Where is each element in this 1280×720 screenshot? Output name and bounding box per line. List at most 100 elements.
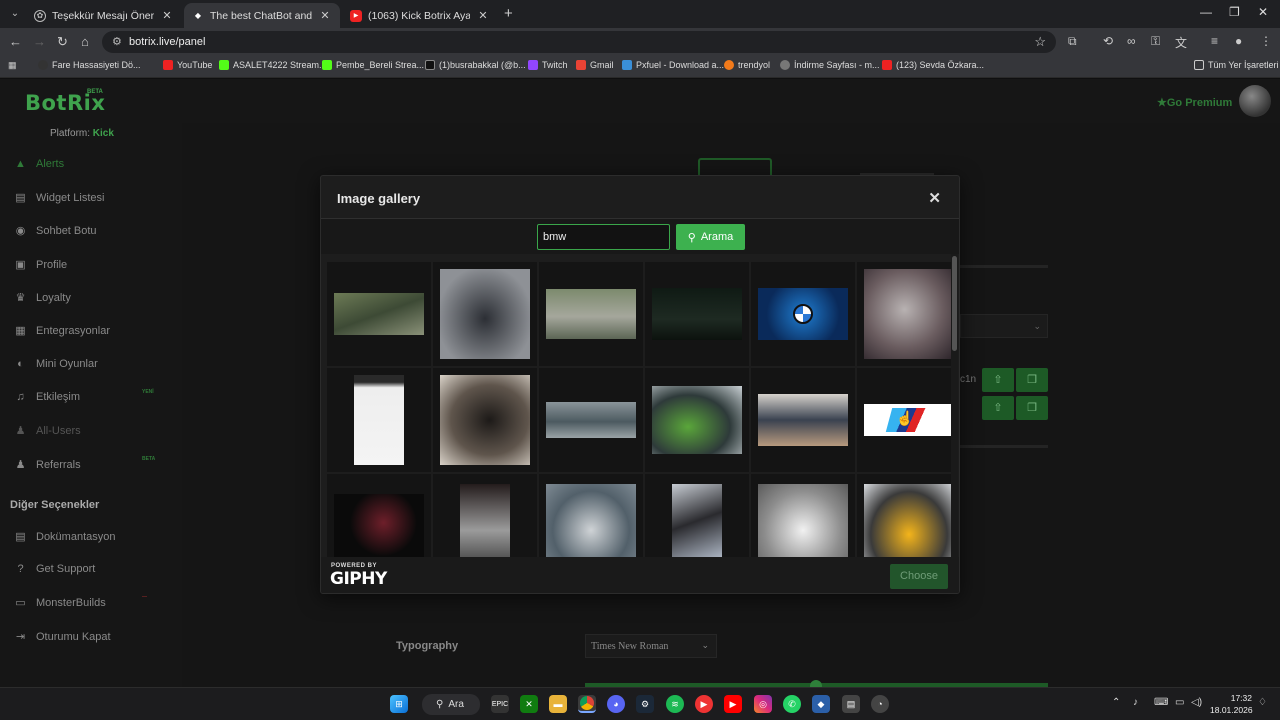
bookmark-item[interactable]: (1)busrabakkal (@b... <box>425 60 526 70</box>
sidebar-item-monsterbuilds[interactable]: ▭ MonsterBuilds <box>14 596 105 610</box>
file-explorer-icon[interactable]: ▬ <box>549 695 567 713</box>
gif-bmw-garage[interactable] <box>539 368 643 472</box>
tab-thank-you-message[interactable]: ✿ Teşekkür Mesajı Önerisi ✕ <box>26 3 182 28</box>
discord-icon[interactable]: ◕ <box>607 695 625 713</box>
windows-start-icon[interactable]: ⊞ <box>390 695 408 713</box>
gif-bmw-yellow-m4[interactable] <box>857 474 955 557</box>
gif-white-phone-clip[interactable] <box>327 368 431 472</box>
tab-youtube-kick[interactable]: ▶ (1063) Kick Botrix Ayarları Nası ✕ <box>342 3 498 28</box>
scrollbar-thumb[interactable] <box>952 256 957 351</box>
media-player-icon[interactable]: ▶ <box>695 695 713 713</box>
gif-kermit-driving[interactable] <box>645 368 749 472</box>
sidebar-item-referrals[interactable]: ♟ Referrals <box>14 458 81 472</box>
address-bar[interactable]: ⚙ botrix.live/panel ☆ <box>102 31 1056 53</box>
sidebar-item-alerts[interactable]: ▲ Alerts <box>14 158 64 170</box>
close-icon[interactable]: ✕ <box>160 9 174 22</box>
window-close-icon[interactable]: ✕ <box>1258 5 1268 19</box>
notification-icon[interactable]: ♢ <box>1258 697 1267 708</box>
close-icon[interactable]: ✕ <box>318 9 332 22</box>
maximize-icon[interactable]: ❐ <box>1229 5 1240 19</box>
minimize-icon[interactable]: — <box>1200 5 1212 19</box>
close-icon[interactable]: ✕ <box>476 9 490 22</box>
bookmark-star-icon[interactable]: ☆ <box>1034 34 1046 50</box>
whatsapp-icon[interactable]: ✆ <box>783 695 801 713</box>
tray-chevron-icon[interactable]: ⌃ <box>1112 697 1120 708</box>
search-button[interactable]: ⚲ Arama <box>676 224 745 250</box>
bookmark-item[interactable]: İndirme Sayfası - m... <box>780 60 880 70</box>
gif-tire-smoke[interactable] <box>857 262 955 366</box>
profile-icon[interactable]: ● <box>1235 34 1242 48</box>
upload-button[interactable]: ⇧ <box>982 396 1014 420</box>
bookmark-item[interactable]: trendyol <box>724 60 770 70</box>
link-icon[interactable]: ∞ <box>1127 34 1136 48</box>
gallery-button[interactable]: ❐ <box>1016 368 1048 392</box>
bookmark-item[interactable]: (123) Sevda Özkara... <box>882 60 984 70</box>
clock[interactable]: 17:32 18.01.2026 <box>1210 692 1253 716</box>
upload-button[interactable]: ⇧ <box>982 368 1014 392</box>
instagram-icon[interactable]: ◎ <box>754 695 772 713</box>
apps-grid-icon[interactable]: ▦ <box>8 60 17 71</box>
slider-handle[interactable] <box>810 680 822 687</box>
bookmark-item[interactable]: Gmail <box>576 60 614 70</box>
sidebar-item-integrations[interactable]: ▦ Entegrasyonlar <box>14 324 110 338</box>
volume-icon[interactable]: ◁) <box>1191 697 1202 708</box>
bookmark-item[interactable]: Fare Hassasiyeti Dö... <box>38 60 141 70</box>
reload-icon[interactable]: ↻ <box>57 34 68 50</box>
bookmark-item[interactable]: ASALET4222 Stream... <box>219 60 327 70</box>
search-input[interactable] <box>537 224 670 250</box>
more-menu-icon[interactable]: ⋮ <box>1260 34 1272 48</box>
back-icon[interactable]: ← <box>9 34 22 49</box>
scrollbar[interactable] <box>951 254 958 557</box>
sidebar-item-profile[interactable]: ▣ Profile <box>14 258 67 272</box>
password-key-icon[interactable]: ⚿ <box>1151 34 1160 49</box>
tab-botrix[interactable]: ◆ The best ChatBot and Widgets ✕ <box>184 3 340 28</box>
sidebar-item-interaction[interactable]: ♫ Etkileşim <box>14 391 80 403</box>
app-icon[interactable]: ▤ <box>842 695 860 713</box>
gif-bmw-tunnel[interactable] <box>433 474 537 557</box>
gif-bmw-dark-parked[interactable] <box>645 262 749 366</box>
tab-search-chevron-icon[interactable]: ⌄ <box>6 5 24 23</box>
forward-icon[interactable]: → <box>33 34 46 49</box>
microphone-icon[interactable]: ♪ <box>1133 697 1138 708</box>
translate-icon[interactable]: 文 <box>1175 34 1187 51</box>
sidebar-item-logout[interactable]: ⇥ Oturumu Kapat <box>14 630 111 644</box>
go-premium-link[interactable]: ★Go Premium <box>1157 96 1232 109</box>
close-icon[interactable]: ✕ <box>928 189 941 207</box>
history-icon[interactable]: ⟲ <box>1103 34 1113 48</box>
gif-bmw-m-logo-dark[interactable] <box>327 474 431 557</box>
app-icon[interactable]: ◆ <box>812 695 830 713</box>
sidebar-item-loyalty[interactable]: ♛ Loyalty <box>14 291 71 305</box>
gif-car-drifting-green[interactable] <box>327 262 431 366</box>
sidebar-item-support[interactable]: ? Get Support <box>14 563 95 575</box>
sidebar-item-docs[interactable]: ▤ Dokümantasyon <box>14 530 115 544</box>
network-icon[interactable]: ▭ <box>1175 697 1184 708</box>
choose-button[interactable]: Choose <box>890 564 948 589</box>
home-icon[interactable]: ⌂ <box>81 34 89 49</box>
sidebar-item-mini-games[interactable]: ◐ Mini Oyunlar <box>14 358 98 370</box>
new-tab-icon[interactable]: + <box>504 5 513 22</box>
youtube-icon[interactable]: ▶ <box>724 695 742 713</box>
app-icon[interactable]: ◔ <box>871 695 889 713</box>
dropdown[interactable]: ⌄ <box>960 314 1048 338</box>
all-bookmarks[interactable]: Tüm Yer İşaretleri <box>1194 60 1279 70</box>
gif-bmw-m4-grille[interactable] <box>539 474 643 557</box>
taskbar-search[interactable]: ⚲ Ara <box>422 694 480 715</box>
gif-bmw-white-driving[interactable] <box>539 262 643 366</box>
extensions-icon[interactable]: ⧉ <box>1068 34 1077 49</box>
sidebar-item-all-users[interactable]: ♟ All-Users <box>14 424 81 438</box>
epic-games-icon[interactable]: EPIC <box>491 695 509 713</box>
bookmark-item[interactable]: Twitch <box>528 60 568 70</box>
bookmark-item[interactable]: Pembe_Bereli Strea... <box>322 60 424 70</box>
bookmark-item[interactable]: Pxfuel - Download a... <box>622 60 724 70</box>
steam-icon[interactable]: ⚙ <box>636 695 654 713</box>
tab-search-icon[interactable]: ≡ <box>1211 34 1218 48</box>
font-select[interactable]: Times New Roman ⌄ <box>585 634 717 658</box>
gif-bmw-grille-closeup[interactable] <box>433 368 537 472</box>
gallery-button[interactable]: ❐ <box>1016 396 1048 420</box>
keyboard-icon[interactable]: ⌨ <box>1154 697 1168 708</box>
gif-car-mirror[interactable] <box>645 474 749 557</box>
gif-bmw-desert[interactable] <box>751 368 855 472</box>
gif-bmw-front-dark[interactable] <box>433 262 537 366</box>
gif-bmw-m4-white[interactable] <box>751 474 855 557</box>
site-settings-icon[interactable]: ⚙ <box>112 35 122 48</box>
